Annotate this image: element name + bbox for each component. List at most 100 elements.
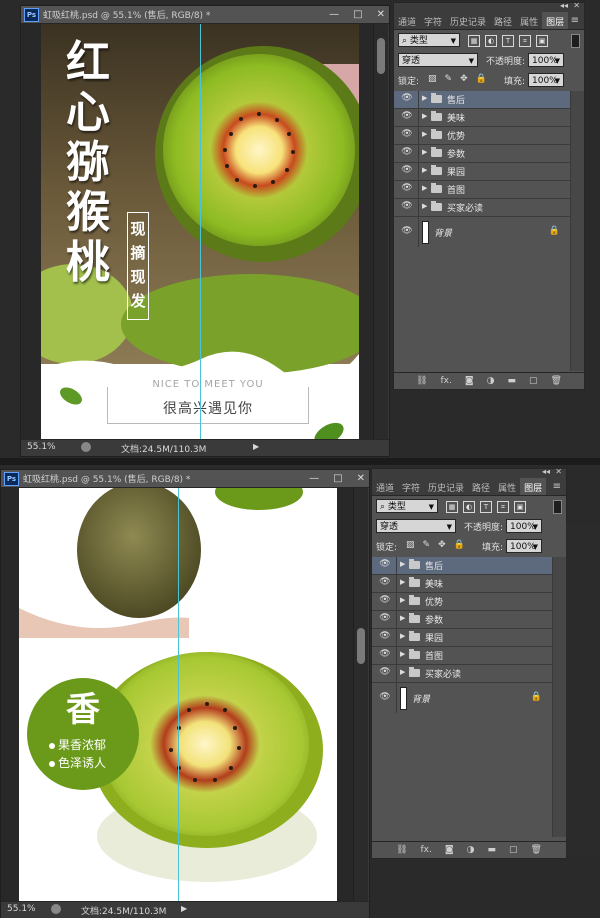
vertical-scrollbar[interactable] (373, 24, 388, 440)
lock-transparent-icon[interactable]: ▨ (428, 74, 437, 84)
fill-field[interactable]: 100% ▼ (528, 73, 564, 87)
tab-paths[interactable]: 路径 (468, 478, 494, 495)
layer-row[interactable]: 👁 ▶ 首图 (394, 181, 570, 199)
eye-icon[interactable]: 👁 (398, 147, 416, 159)
group-icon[interactable]: ▬ (487, 845, 496, 855)
layer-row[interactable]: 👁 ▶ 参数 (394, 145, 570, 163)
layer-row[interactable]: 👁 ▶ 果园 (372, 629, 552, 647)
close-button[interactable]: ✕ (357, 470, 365, 487)
eye-icon[interactable]: 👁 (376, 595, 394, 607)
tab-character[interactable]: 字符 (420, 12, 446, 29)
eye-icon[interactable]: 👁 (398, 93, 416, 105)
expand-icon[interactable]: ▶ (400, 578, 405, 586)
layer-row[interactable]: 👁 ▶ 果园 (394, 163, 570, 181)
tab-history[interactable]: 历史记录 (446, 12, 490, 29)
background-layer-row[interactable]: 👁 背景 🔒 (372, 683, 552, 713)
vertical-scrollbar[interactable] (353, 488, 368, 902)
layers-scrollbar[interactable] (552, 557, 566, 837)
expand-icon[interactable]: ▶ (422, 130, 427, 138)
scroll-thumb[interactable] (377, 38, 385, 74)
layer-row[interactable]: 👁 ▶ 售后 (394, 91, 570, 109)
delete-icon[interactable]: 🗑 (530, 845, 541, 855)
tab-history[interactable]: 历史记录 (424, 478, 468, 495)
eye-icon[interactable]: 👁 (376, 631, 394, 643)
blend-mode-dropdown[interactable]: 穿透 ▼ (376, 519, 456, 533)
document-titlebar[interactable]: Ps 虹吸红桃.psd @ 55.1% (售后, RGB/8) * — □ ✕ (21, 6, 389, 24)
expand-icon[interactable]: ▶ (422, 94, 427, 102)
opacity-field[interactable]: 100% ▼ (506, 519, 542, 533)
expand-icon[interactable]: ▶ (400, 650, 405, 658)
tab-character[interactable]: 字符 (398, 478, 424, 495)
pixel-filter-icon[interactable]: ▦ (446, 501, 458, 513)
fx-icon[interactable]: fx. (421, 845, 432, 855)
canvas-area[interactable]: 红 心 猕 猴 桃 现 摘 现 发 NICE TO MEET YOU 很高兴遇见… (21, 24, 373, 440)
collapse-icon[interactable]: ◂◂ (542, 467, 550, 476)
shape-filter-icon[interactable]: ⌗ (497, 501, 509, 513)
expand-icon[interactable]: ▶ (400, 668, 405, 676)
layer-row[interactable]: 👁 ▶ 优势 (372, 593, 552, 611)
background-layer-row[interactable]: 👁 背景 🔒 (394, 217, 570, 247)
layer-row[interactable]: 👁 ▶ 美味 (394, 109, 570, 127)
new-layer-icon[interactable]: ▢ (529, 376, 538, 386)
status-arrow-icon[interactable]: ▶ (181, 904, 187, 913)
eye-icon[interactable]: 👁 (376, 559, 394, 571)
smart-filter-icon[interactable]: ▣ (514, 501, 526, 513)
tab-properties[interactable]: 属性 (494, 478, 520, 495)
shape-filter-icon[interactable]: ⌗ (519, 35, 531, 47)
expand-icon[interactable]: ▶ (422, 112, 427, 120)
status-icon[interactable] (51, 904, 61, 914)
minimize-button[interactable]: — (329, 6, 339, 23)
tab-channels[interactable]: 通道 (394, 12, 420, 29)
layer-row[interactable]: 👁 ▶ 买家必读 (372, 665, 552, 683)
eye-icon[interactable]: 👁 (376, 577, 394, 589)
pixel-filter-icon[interactable]: ▦ (468, 35, 480, 47)
eye-icon[interactable]: 👁 (398, 201, 416, 213)
lock-move-icon[interactable]: ✥ (438, 540, 446, 550)
panel-close-icon[interactable]: ✕ (555, 467, 562, 476)
eye-icon[interactable]: 👁 (376, 649, 394, 661)
layer-row[interactable]: 👁 ▶ 售后 (372, 557, 552, 575)
eye-icon[interactable]: 👁 (376, 667, 394, 679)
vertical-guide[interactable] (200, 24, 201, 440)
adjustment-icon[interactable]: ◑ (487, 376, 495, 386)
layer-row[interactable]: 👁 ▶ 优势 (394, 127, 570, 145)
filter-type-dropdown[interactable]: ⌕ 类型 ▼ (376, 499, 438, 513)
tab-paths[interactable]: 路径 (490, 12, 516, 29)
expand-icon[interactable]: ▶ (422, 166, 427, 174)
expand-icon[interactable]: ▶ (400, 596, 405, 604)
lock-all-icon[interactable]: 🔒 (476, 74, 487, 84)
tab-layers[interactable]: 图层 (542, 12, 569, 29)
tab-layers[interactable]: 图层 (520, 478, 547, 495)
opacity-field[interactable]: 100% ▼ (528, 53, 564, 67)
eye-icon[interactable]: 👁 (398, 226, 416, 236)
tab-channels[interactable]: 通道 (372, 478, 398, 495)
filter-type-dropdown[interactable]: ⌕ 类型 ▼ (398, 33, 460, 47)
minimize-button[interactable]: — (309, 470, 319, 487)
expand-icon[interactable]: ▶ (400, 632, 405, 640)
smart-filter-icon[interactable]: ▣ (536, 35, 548, 47)
maximize-button[interactable]: □ (333, 470, 342, 487)
document-titlebar[interactable]: Ps 虹吸红桃.psd @ 55.1% (售后, RGB/8) * — □ ✕ (1, 470, 369, 488)
expand-icon[interactable]: ▶ (400, 560, 405, 568)
maximize-button[interactable]: □ (353, 6, 362, 23)
layer-row[interactable]: 👁 ▶ 首图 (372, 647, 552, 665)
lock-paint-icon[interactable]: ✎ (445, 74, 453, 84)
mask-icon[interactable]: ◙ (445, 845, 454, 855)
delete-icon[interactable]: 🗑 (550, 376, 561, 386)
expand-icon[interactable]: ▶ (422, 202, 427, 210)
layers-scrollbar[interactable] (570, 91, 584, 371)
lock-all-icon[interactable]: 🔒 (454, 540, 465, 550)
text-filter-icon[interactable]: T (502, 35, 514, 47)
panel-close-icon[interactable]: ✕ (573, 1, 580, 10)
mask-icon[interactable]: ◙ (465, 376, 474, 386)
link-icon[interactable]: ⛓ (416, 376, 427, 386)
zoom-level[interactable]: 55.1% (7, 904, 36, 914)
link-icon[interactable]: ⛓ (396, 845, 407, 855)
expand-icon[interactable]: ▶ (400, 614, 405, 622)
layer-row[interactable]: 👁 ▶ 参数 (372, 611, 552, 629)
text-filter-icon[interactable]: T (480, 501, 492, 513)
status-icon[interactable] (81, 442, 91, 452)
fill-field[interactable]: 100% ▼ (506, 539, 542, 553)
fx-icon[interactable]: fx. (441, 376, 452, 386)
tab-properties[interactable]: 属性 (516, 12, 542, 29)
